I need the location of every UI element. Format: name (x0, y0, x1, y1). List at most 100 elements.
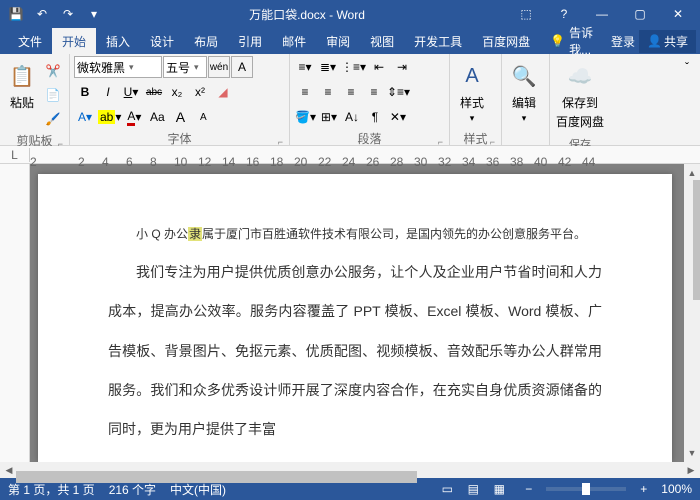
scroll-thumb[interactable] (693, 180, 700, 300)
tab-baidu[interactable]: 百度网盘 (472, 28, 540, 54)
italic-button[interactable]: I (97, 81, 119, 103)
window-title: 万能口袋.docx - Word (106, 6, 508, 23)
close-icon[interactable]: ✕ (660, 2, 696, 26)
justify-button[interactable]: ≡ (363, 81, 385, 103)
multilevel-button[interactable]: ⋮≡▾ (340, 56, 367, 78)
scroll-left-icon[interactable]: ◀ (2, 463, 16, 477)
view-buttons: ▭ ▤ ▦ (435, 480, 511, 498)
minimize-icon[interactable]: — (584, 2, 620, 26)
decrease-indent-button[interactable]: ⇤ (368, 56, 390, 78)
paragraph[interactable]: 小 Q 办公隶属于厦门市百胜通软件技术有限公司，是国内领先的办公创意服务平台。 (108, 214, 602, 253)
vertical-scrollbar[interactable]: ▲ ▼ (684, 164, 700, 462)
share-icon: 👤 (647, 34, 662, 48)
help-icon[interactable]: ? (546, 2, 582, 26)
subscript-button[interactable]: x₂ (166, 81, 188, 103)
bold-button[interactable]: B (74, 81, 96, 103)
tab-insert[interactable]: 插入 (96, 28, 140, 54)
tab-design[interactable]: 设计 (140, 28, 184, 54)
qat-more-icon[interactable]: ▾ (82, 2, 106, 26)
bullets-button[interactable]: ≡▾ (294, 56, 316, 78)
scroll-up-icon[interactable]: ▲ (685, 166, 699, 180)
zoom-thumb[interactable] (582, 483, 590, 495)
phonetic-button[interactable]: wén (208, 56, 230, 78)
lightbulb-icon: 💡 (550, 34, 565, 48)
login-link[interactable]: 登录 (611, 33, 635, 50)
scroll-down-icon[interactable]: ▼ (685, 446, 699, 460)
horizontal-ruler[interactable]: L 22468101214161820222426283032343638404… (0, 146, 700, 164)
cloud-icon: ☁️ (564, 60, 596, 92)
ruler-corner[interactable]: L (0, 148, 30, 162)
align-right-button[interactable]: ≡ (340, 81, 362, 103)
editing-button[interactable]: 🔍编辑▾ (506, 56, 542, 128)
print-layout-icon[interactable]: ▤ (461, 480, 485, 498)
document-page[interactable]: 小 Q 办公隶属于厦门市百胜通软件技术有限公司，是国内领先的办公创意服务平台。 … (38, 174, 672, 462)
zoom-level[interactable]: 100% (661, 482, 692, 496)
show-marks-button[interactable]: ¶ (364, 106, 386, 128)
grow-font-button[interactable]: A (169, 106, 191, 128)
numbering-button[interactable]: ≣▾ (317, 56, 339, 78)
align-center-button[interactable]: ≡ (317, 81, 339, 103)
line-spacing-button[interactable]: ⇕≡▾ (386, 81, 411, 103)
asian-layout-button[interactable]: ✕▾ (387, 106, 409, 128)
word-count[interactable]: 216 个字 (109, 481, 156, 498)
tab-mailings[interactable]: 邮件 (272, 28, 316, 54)
strike-button[interactable]: abc (143, 81, 165, 103)
font-family-combo[interactable]: 微软雅黑▾ (74, 56, 162, 78)
paragraph[interactable]: 我们专注为用户提供优质创意办公服务，让个人及企业用户节省时间和人力成本，提高办公… (108, 253, 602, 449)
clear-format-button[interactable]: ◢ (212, 81, 234, 103)
sort-button[interactable]: A↓ (341, 106, 363, 128)
share-button[interactable]: 👤共享 (639, 30, 696, 53)
scroll-right-icon[interactable]: ▶ (684, 463, 698, 477)
save-to-baidu-button[interactable]: ☁️保存到百度网盘 (554, 56, 606, 134)
highlight-button[interactable]: ab▾ (97, 106, 122, 128)
text-effects-button[interactable]: A▾ (74, 106, 96, 128)
undo-icon[interactable]: ↶ (30, 2, 54, 26)
tab-references[interactable]: 引用 (228, 28, 272, 54)
tab-home[interactable]: 开始 (52, 28, 96, 54)
paste-icon: 📋 (6, 60, 38, 92)
page-status[interactable]: 第 1 页，共 1 页 (8, 481, 95, 498)
group-font: 微软雅黑▾ 五号▾ wén A B I U▾ abc x₂ x² ◢ A▾ ab… (70, 54, 290, 145)
cut-button[interactable]: ✂️ (42, 60, 64, 82)
change-case-button[interactable]: Aa (146, 106, 168, 128)
font-color-button[interactable]: A▾ (123, 106, 145, 128)
increase-indent-button[interactable]: ⇥ (391, 56, 413, 78)
redo-icon[interactable]: ↷ (56, 2, 80, 26)
maximize-icon[interactable]: ▢ (622, 2, 658, 26)
horizontal-scrollbar[interactable]: ◀ ▶ (0, 462, 700, 478)
group-baidu: ☁️保存到百度网盘 保存 (550, 54, 610, 145)
shrink-font-button[interactable]: A (192, 106, 214, 128)
copy-button[interactable]: 📄 (42, 84, 64, 106)
shading-button[interactable]: 🪣▾ (294, 106, 317, 128)
web-layout-icon[interactable]: ▦ (487, 480, 511, 498)
superscript-button[interactable]: x² (189, 81, 211, 103)
borders-button[interactable]: ⊞▾ (318, 106, 340, 128)
tab-file[interactable]: 文件 (8, 28, 52, 54)
save-icon[interactable]: 💾 (4, 2, 28, 26)
ribbon-options-icon[interactable]: ⬚ (508, 2, 544, 26)
language-status[interactable]: 中文(中国) (170, 481, 226, 498)
char-border-button[interactable]: A (231, 56, 253, 78)
tab-view[interactable]: 视图 (360, 28, 404, 54)
tell-me-search[interactable]: 💡告诉我... (540, 24, 611, 58)
zoom-slider[interactable] (546, 487, 626, 491)
vertical-ruler[interactable] (0, 164, 30, 462)
tab-layout[interactable]: 布局 (184, 28, 228, 54)
tab-review[interactable]: 审阅 (316, 28, 360, 54)
zoom-in-button[interactable]: + (640, 482, 647, 496)
zoom-out-button[interactable]: − (525, 482, 532, 496)
brush-icon: 🖌️ (46, 112, 61, 126)
group-editing: 🔍编辑▾ (502, 54, 550, 145)
underline-button[interactable]: U▾ (120, 81, 142, 103)
paste-button[interactable]: 📋 粘贴 (4, 56, 40, 115)
scroll-thumb[interactable] (16, 471, 417, 483)
styles-button[interactable]: A样式▾ (454, 56, 490, 128)
text-cursor-highlight: 隶 (188, 227, 202, 241)
collapse-ribbon-icon[interactable]: ˇ (676, 56, 698, 78)
read-mode-icon[interactable]: ▭ (435, 480, 459, 498)
copy-icon: 📄 (46, 88, 61, 102)
tab-developer[interactable]: 开发工具 (404, 28, 472, 54)
font-size-combo[interactable]: 五号▾ (163, 56, 207, 78)
format-painter-button[interactable]: 🖌️ (42, 108, 64, 130)
align-left-button[interactable]: ≡ (294, 81, 316, 103)
